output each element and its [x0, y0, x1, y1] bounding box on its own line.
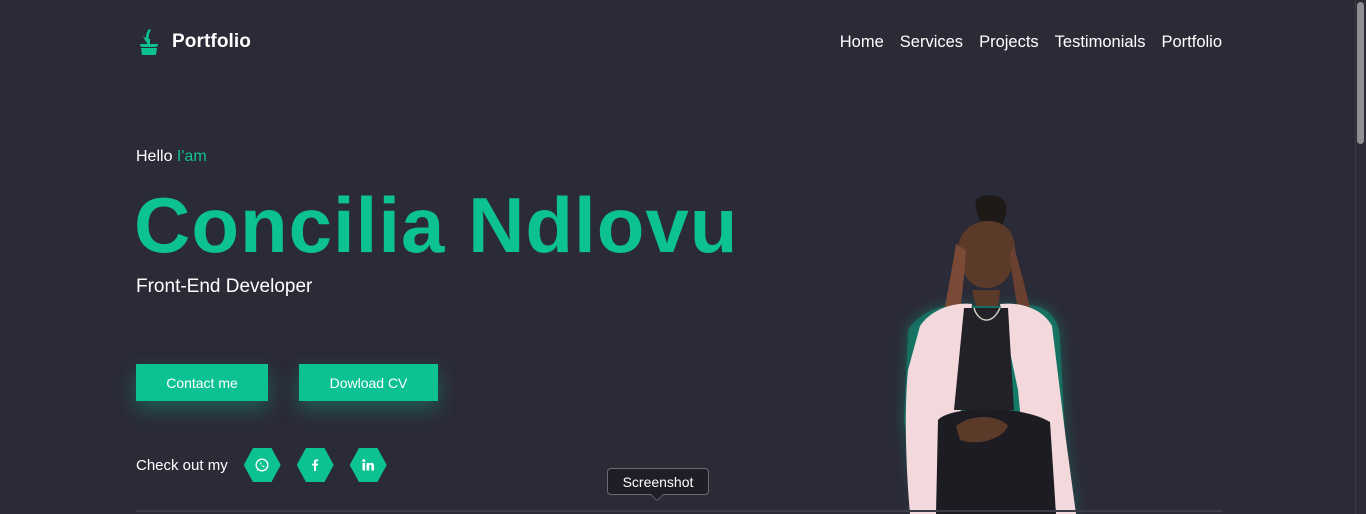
whatsapp-link[interactable]: [243, 448, 281, 482]
greeting-text: Hello: [136, 148, 173, 165]
profile-photo: [904, 195, 1076, 514]
nav-projects[interactable]: Projects: [979, 33, 1039, 52]
whatsapp-icon: [255, 458, 269, 472]
section-divider: [136, 510, 1222, 512]
plant-pot-icon: [140, 29, 158, 55]
brand-name: Portfolio: [172, 31, 251, 52]
contact-me-button[interactable]: Contact me: [136, 364, 268, 401]
page-scrollbar[interactable]: [1355, 0, 1366, 514]
linkedin-icon: [362, 459, 375, 471]
download-cv-button[interactable]: Dowload CV: [299, 364, 438, 401]
tooltip-arrow-fill: [651, 494, 663, 500]
brand-logo[interactable]: Portfolio: [136, 27, 251, 57]
social-label: Check out my: [136, 456, 228, 474]
social-links: Check out my: [136, 448, 403, 482]
hero-role: Front-End Developer: [136, 276, 313, 297]
hero-name: Concilia Ndlovu: [134, 181, 739, 269]
nav-home[interactable]: Home: [840, 33, 884, 52]
site-header: Portfolio Home Services Projects Testimo…: [136, 22, 1222, 62]
screenshot-tooltip: Screenshot: [607, 468, 709, 495]
nav-portfolio[interactable]: Portfolio: [1161, 33, 1222, 52]
greeting-accent: I'am: [176, 148, 207, 165]
main-nav: Home Services Projects Testimonials Port…: [840, 33, 1222, 52]
scrollbar-thumb[interactable]: [1357, 2, 1364, 144]
facebook-link[interactable]: [296, 448, 334, 482]
nav-testimonials[interactable]: Testimonials: [1055, 33, 1146, 52]
nav-services[interactable]: Services: [900, 33, 963, 52]
facebook-icon: [312, 459, 319, 471]
hero-greeting: Hello I'am: [136, 148, 207, 166]
linkedin-link[interactable]: [349, 448, 387, 482]
